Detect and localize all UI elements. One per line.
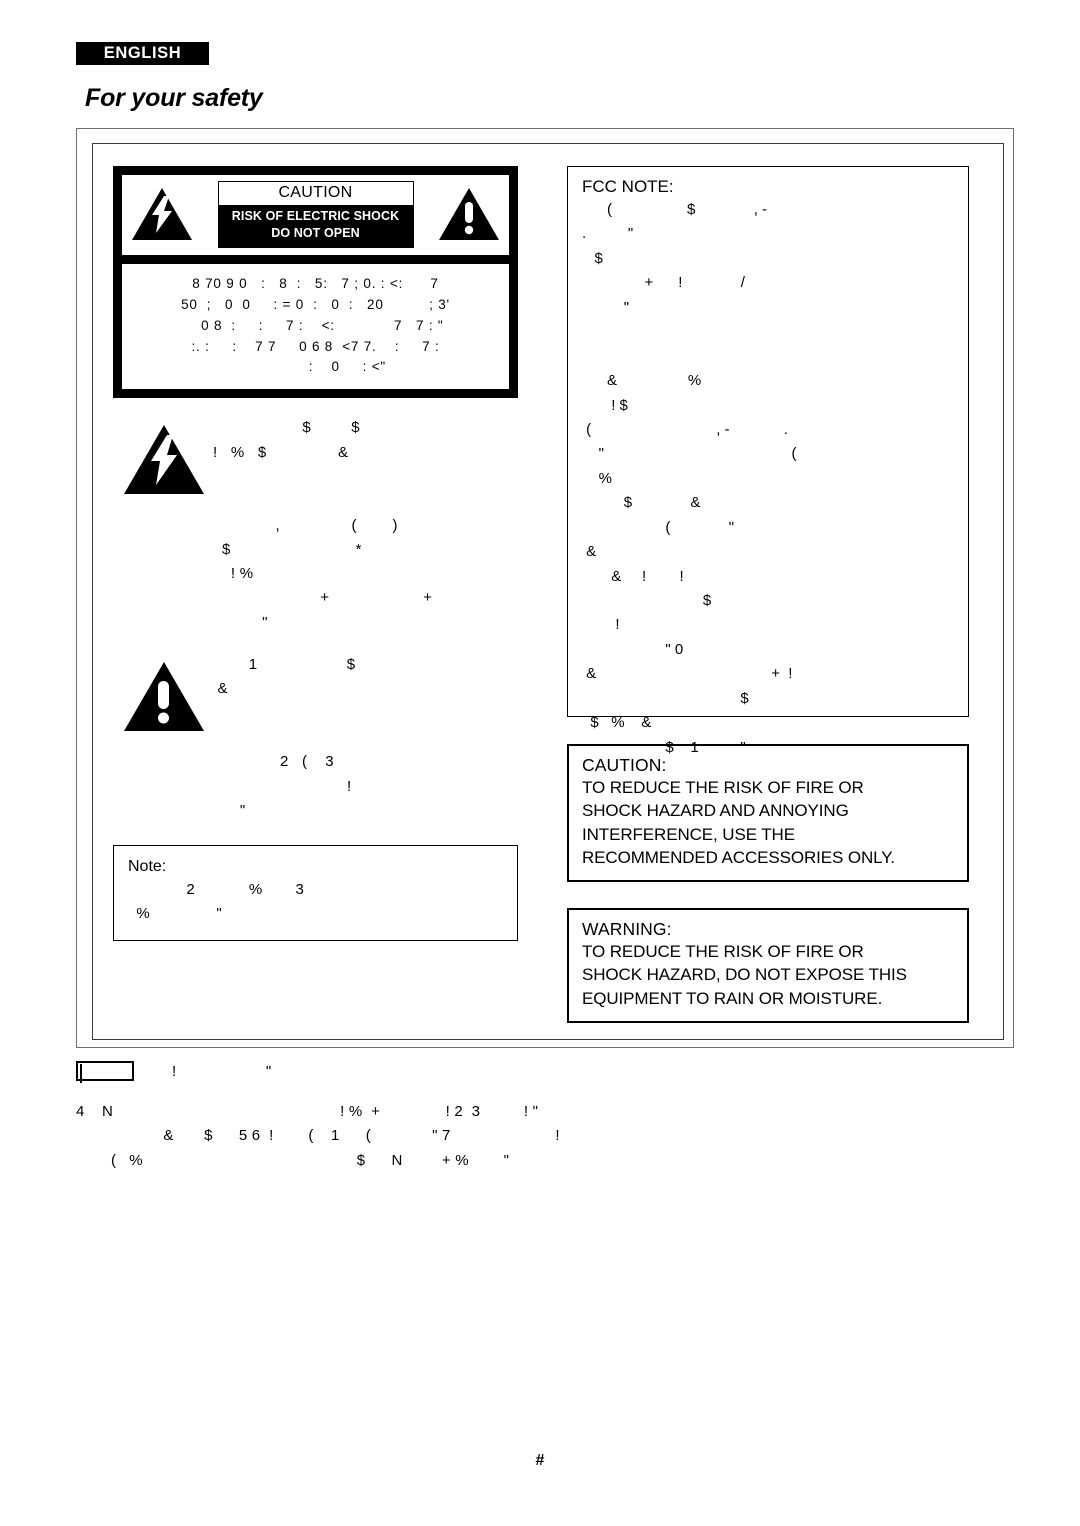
caution-alert-heading: CAUTION: xyxy=(582,755,667,775)
caution-alert-box: CAUTION: TO REDUCE THE RISK OF FIRE OR S… xyxy=(567,744,969,883)
footer: ! " 4 N ! % + ! 2 3 ! " & $ 5 6 ! ( 1 ( xyxy=(76,1058,1016,1173)
warning-alert-body: TO REDUCE THE RISK OF FIRE OR SHOCK HAZA… xyxy=(582,942,907,1008)
bolt-warning-icon-cell xyxy=(113,416,213,635)
lightning-bolt-triangle-icon xyxy=(131,187,193,241)
page-title: For your safety xyxy=(85,84,263,112)
warning-alert-heading: WARNING: xyxy=(582,919,672,940)
warning-alert-box: WARNING: TO REDUCE THE RISK OF FIRE OR S… xyxy=(567,908,969,1023)
caution-plate: CAUTION RISK OF ELECTRIC SHOCK DO NOT OP… xyxy=(217,181,414,248)
electric-shock-label-top: CAUTION RISK OF ELECTRIC SHOCK DO NOT OP… xyxy=(122,175,509,255)
bolt-warning-row: $ $ ! % $ & , ( ) $ * ! % + + " xyxy=(113,416,518,635)
right-column: FCC NOTE: ( $ , - . " $ + ! / " & % ! $ … xyxy=(567,166,969,1023)
exclamation-triangle-icon xyxy=(123,661,205,733)
note-box-title: Note: xyxy=(128,858,167,876)
exclaim-warning-icon-cell xyxy=(113,653,213,823)
electric-shock-label-divider xyxy=(122,254,509,264)
fcc-note-title: FCC NOTE: xyxy=(582,177,674,196)
caution-plate-body-line1: RISK OF ELECTRIC SHOCK xyxy=(231,209,400,223)
caution-plate-heading: CAUTION xyxy=(218,182,413,205)
double-insulation-square-inner xyxy=(80,1064,82,1083)
fcc-note-text: ( $ , - . " $ + ! / " & % ! $ ( , - . " … xyxy=(582,201,797,756)
caution-alert-body: TO REDUCE THE RISK OF FIRE OR SHOCK HAZA… xyxy=(582,778,895,867)
bolt-warning-text: $ $ ! % $ & , ( ) $ * ! % + + " xyxy=(213,419,433,631)
footer-body-text: 4 N ! % + ! 2 3 ! " & $ 5 6 ! ( 1 ( " 7 xyxy=(76,1103,560,1169)
note-box-text: 2 % 3 % " xyxy=(136,881,304,923)
exclaim-warning-row: 1 $ & 2 ( 3 ! " xyxy=(113,653,518,823)
page-number: # xyxy=(535,1452,545,1469)
fcc-note-box: FCC NOTE: ( $ , - . " $ + ! / " & % ! $ … xyxy=(567,166,969,756)
electric-shock-label: CAUTION RISK OF ELECTRIC SHOCK DO NOT OP… xyxy=(113,166,518,399)
lightning-bolt-triangle-icon xyxy=(123,424,205,496)
exclaim-warning-text: 1 $ & 2 ( 3 ! " xyxy=(217,656,356,819)
electric-shock-label-text: 8 70 9 0 : 8 : 5: 7 ; 0. : <: 7 50 ; 0 0… xyxy=(122,263,509,390)
footer-top-row: ! " xyxy=(76,1058,1016,1084)
exclamation-triangle-icon xyxy=(438,187,500,241)
caution-plate-body-line2: DO NOT OPEN xyxy=(271,225,360,240)
note-box: Note: 2 % 3 % " xyxy=(113,845,518,942)
language-badge: ENGLISH xyxy=(76,42,209,65)
caution-plate-body: RISK OF ELECTRIC SHOCK DO NOT OPEN xyxy=(218,205,413,247)
footer-top-row-text: ! " xyxy=(172,1062,272,1080)
left-column: CAUTION RISK OF ELECTRIC SHOCK DO NOT OP… xyxy=(113,166,518,942)
double-insulation-square-icon xyxy=(76,1061,134,1083)
